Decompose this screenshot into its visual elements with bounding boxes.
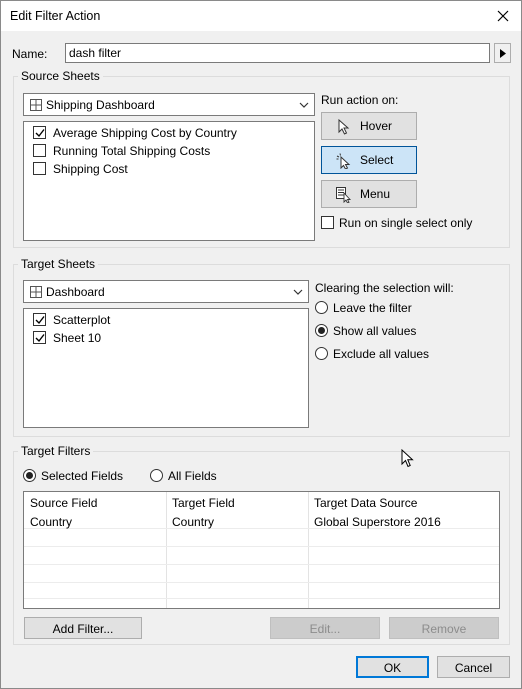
show-all-values-radio[interactable]: [315, 324, 328, 337]
column-divider: [308, 492, 309, 608]
edit-filter-action-dialog: Edit Filter Action Name: dash filter Sou…: [0, 0, 522, 689]
select-button[interactable]: Select: [321, 146, 417, 174]
name-label: Name:: [12, 47, 48, 61]
leave-filter-label: Leave the filter: [333, 301, 412, 315]
menu-icon: [336, 187, 352, 203]
select-label: Select: [360, 153, 394, 167]
menu-label: Menu: [360, 187, 391, 201]
select-pointer-icon: [336, 153, 351, 169]
selected-fields-label: Selected Fields: [41, 469, 124, 483]
selected-fields-radio[interactable]: [23, 469, 36, 482]
name-input[interactable]: dash filter: [65, 43, 490, 63]
source-sheets-title: Source Sheets: [18, 69, 103, 83]
leave-filter-radio[interactable]: [315, 301, 328, 314]
source-sheet-checkbox-2[interactable]: [33, 144, 46, 157]
target-sheet-label-2: Sheet 10: [53, 331, 102, 345]
source-sheet-checkbox-3[interactable]: [33, 162, 46, 175]
chevron-down-icon: [299, 102, 309, 108]
column-divider: [166, 492, 167, 608]
play-arrow-icon: [500, 49, 506, 58]
dashboard-icon: [30, 286, 42, 298]
all-fields-radio[interactable]: [150, 469, 163, 482]
source-field-cell: Country: [30, 515, 73, 529]
target-sheet-checkbox-1[interactable]: [33, 313, 46, 326]
close-icon[interactable]: [493, 6, 513, 26]
chevron-down-icon: [293, 289, 303, 295]
single-select-checkbox[interactable]: [321, 216, 334, 229]
row-divider: [24, 546, 499, 547]
row-divider: [24, 564, 499, 565]
all-fields-label: All Fields: [168, 469, 217, 483]
checkmark-icon: [35, 129, 45, 138]
source-sheet-checkbox-1[interactable]: [33, 126, 46, 139]
hover-button[interactable]: Hover: [321, 112, 417, 140]
edit-button[interactable]: Edit...: [270, 617, 380, 639]
target-sheet-dropdown[interactable]: Dashboard: [23, 280, 309, 303]
target-data-source-cell: Global Superstore 2016: [314, 515, 441, 529]
dashboard-icon: [30, 99, 42, 111]
target-sheet-checkbox-2[interactable]: [33, 331, 46, 344]
target-sheets-list: Scatterplot Sheet 10: [23, 308, 309, 428]
name-menu-button[interactable]: [494, 43, 511, 63]
row-divider: [24, 598, 499, 599]
single-select-label: Run on single select only: [339, 216, 473, 230]
source-sheets-list: Average Shipping Cost by Country Running…: [23, 121, 315, 241]
target-sheets-title: Target Sheets: [18, 257, 99, 271]
column-header-target-data-source[interactable]: Target Data Source: [314, 496, 417, 510]
hover-label: Hover: [360, 119, 393, 133]
run-action-on-label: Run action on:: [321, 93, 399, 107]
source-sheet-label-2: Running Total Shipping Costs: [53, 144, 211, 158]
add-filter-button[interactable]: Add Filter...: [24, 617, 142, 639]
clearing-selection-label: Clearing the selection will:: [315, 281, 454, 295]
mouse-cursor-icon: [401, 449, 414, 468]
dialog-title: Edit Filter Action: [10, 9, 101, 23]
row-divider: [24, 582, 499, 583]
exclude-all-values-label: Exclude all values: [333, 347, 430, 361]
target-field-cell: Country: [172, 515, 215, 529]
source-sheet-dropdown[interactable]: Shipping Dashboard: [23, 93, 315, 116]
remove-button[interactable]: Remove: [389, 617, 499, 639]
show-all-values-label: Show all values: [333, 324, 417, 338]
column-header-source-field[interactable]: Source Field: [30, 496, 97, 510]
source-sheet-value: Shipping Dashboard: [46, 98, 155, 112]
target-sheet-label-1: Scatterplot: [53, 313, 111, 327]
target-filters-title: Target Filters: [18, 444, 94, 458]
ok-button[interactable]: OK: [356, 656, 429, 678]
checkmark-icon: [35, 334, 45, 343]
exclude-all-values-radio[interactable]: [315, 347, 328, 360]
cancel-button[interactable]: Cancel: [437, 656, 510, 678]
menu-button[interactable]: Menu: [321, 180, 417, 208]
target-sheet-value: Dashboard: [46, 285, 105, 299]
table-row[interactable]: Country Country Global Superstore 2016: [24, 511, 499, 529]
target-filters-table: Source Field Target Field Target Data So…: [23, 491, 500, 609]
source-sheet-label-1: Average Shipping Cost by Country: [53, 126, 237, 140]
pointer-icon: [338, 119, 350, 135]
checkmark-icon: [35, 316, 45, 325]
title-bar[interactable]: Edit Filter Action: [1, 1, 521, 31]
source-sheet-label-3: Shipping Cost: [53, 162, 128, 176]
column-header-target-field[interactable]: Target Field: [172, 496, 235, 510]
